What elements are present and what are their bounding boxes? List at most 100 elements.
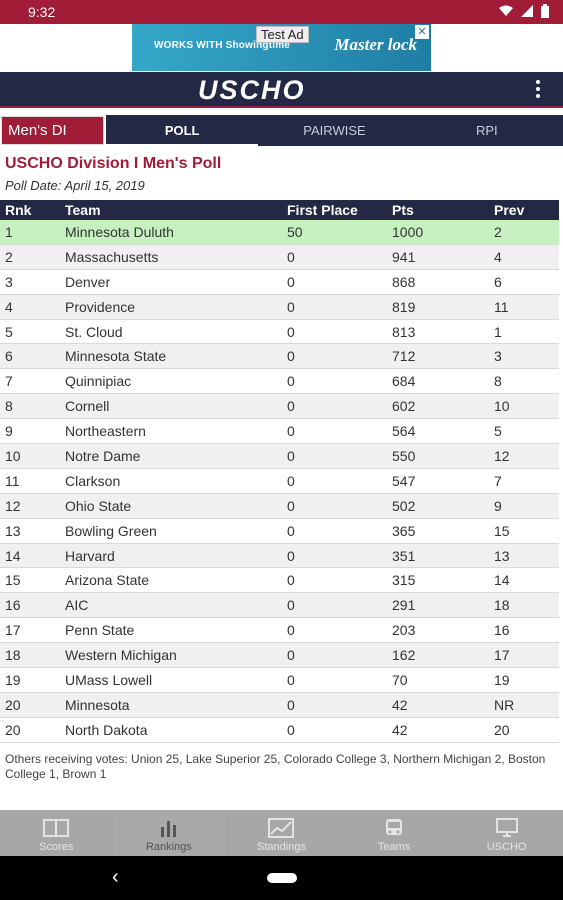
cell-pts: 162 (392, 647, 416, 664)
cell-pts: 602 (392, 398, 416, 415)
poll-table: Rnk Team First Place Pts Prev 1 Minnesota… (0, 200, 559, 743)
status-time: 9:32 (28, 4, 56, 20)
table-row[interactable]: 4 Providence 0 819 11 (0, 294, 559, 320)
ad-brand: Master lock (334, 35, 417, 54)
back-icon[interactable]: ‹ (112, 866, 119, 889)
tab-poll[interactable]: POLL (106, 115, 259, 146)
cell-pts: 868 (392, 273, 416, 290)
cell-team: Minnesota State (65, 348, 167, 365)
division-selector[interactable]: Men's DI (1, 116, 104, 145)
table-row[interactable]: 15 Arizona State 0 315 14 (0, 568, 559, 594)
tab-pairwise[interactable]: PAIRWISE (258, 115, 410, 146)
cell-rnk: 5 (5, 323, 13, 340)
cell-team: Bowling Green (65, 522, 157, 539)
ad-banner[interactable]: WORKS WITH Showingtime Master lock Test … (0, 24, 563, 72)
cell-prev: 11 (494, 298, 509, 315)
cell-first-place: 0 (287, 472, 295, 489)
cell-pts: 684 (392, 373, 416, 390)
nav-teams[interactable]: Teams (338, 810, 451, 856)
cell-pts: 42 (392, 696, 408, 713)
monitor-icon (495, 818, 518, 837)
cell-prev: 16 (494, 622, 510, 639)
cell-prev: 8 (494, 373, 502, 390)
home-icon[interactable] (267, 873, 297, 883)
nav-standings[interactable]: Standings (225, 810, 338, 856)
table-row[interactable]: 5 St. Cloud 0 813 1 (0, 320, 559, 345)
table-row[interactable]: 6 Minnesota State 0 712 3 (0, 344, 559, 370)
table-row[interactable]: 20 Minnesota 0 42 NR (0, 692, 559, 718)
cell-team: North Dakota (65, 721, 148, 738)
tab-rpi[interactable]: RPI (411, 115, 563, 146)
cell-rnk: 10 (5, 447, 21, 464)
cell-first-place: 0 (287, 373, 295, 390)
table-row[interactable]: 10 Notre Dame 0 550 12 (0, 444, 559, 469)
cell-prev: 5 (494, 423, 502, 440)
bottom-nav: Scores Rankings Standings Teams USCHO (0, 810, 563, 856)
cell-first-place: 0 (287, 622, 295, 639)
cell-team: AIC (65, 597, 89, 614)
cell-rnk: 2 (5, 248, 13, 265)
cell-prev: 13 (494, 547, 510, 564)
cell-team: Minnesota (65, 696, 130, 713)
table-row[interactable]: 20 North Dakota 0 42 20 (0, 718, 559, 743)
cell-team: Cornell (65, 398, 110, 415)
table-row[interactable]: 7 Quinnipiac 0 684 8 (0, 369, 559, 395)
cell-prev: 19 (494, 671, 510, 688)
ad-creative[interactable]: WORKS WITH Showingtime Master lock Test … (132, 24, 431, 71)
cell-first-place: 0 (287, 497, 295, 514)
cell-rnk: 9 (5, 423, 13, 440)
cell-first-place: 0 (287, 522, 295, 539)
table-row[interactable]: 16 AIC 0 291 18 (0, 593, 559, 619)
cell-pts: 550 (392, 447, 416, 464)
header-first-place: First Place (287, 202, 358, 218)
table-row[interactable]: 12 Ohio State 0 502 9 (0, 493, 559, 519)
overflow-menu-icon[interactable] (535, 80, 541, 100)
table-row[interactable]: 13 Bowling Green 0 365 15 (0, 519, 559, 544)
nav-scores-label: Scores (39, 841, 74, 853)
header-pts: Pts (392, 202, 414, 218)
cell-pts: 365 (392, 522, 416, 539)
cell-rnk: 12 (5, 497, 21, 514)
cell-pts: 351 (392, 547, 416, 564)
table-row[interactable]: 11 Clarkson 0 547 7 (0, 469, 559, 494)
nav-rankings[interactable]: Rankings (112, 810, 226, 856)
cell-first-place: 50 (287, 223, 303, 240)
table-row[interactable]: 17 Penn State 0 203 16 (0, 618, 559, 644)
cell-pts: 941 (392, 248, 416, 265)
cell-rnk: 15 (5, 572, 21, 589)
table-row[interactable]: 8 Cornell 0 602 10 (0, 394, 559, 420)
cell-team: Denver (65, 273, 111, 290)
cell-rnk: 20 (5, 721, 21, 738)
cell-first-place: 0 (287, 647, 295, 664)
cell-team: Notre Dame (65, 447, 141, 464)
table-row[interactable]: 19 UMass Lowell 0 70 19 (0, 668, 559, 693)
cell-pts: 819 (392, 298, 416, 315)
nav-scores[interactable]: Scores (0, 810, 113, 856)
cell-first-place: 0 (287, 298, 295, 315)
table-row[interactable]: 2 Massachusetts 0 941 4 (0, 244, 559, 270)
cell-pts: 70 (392, 671, 408, 688)
header-rnk: Rnk (5, 202, 32, 218)
line-chart-icon (268, 818, 295, 838)
table-row[interactable]: 14 Harvard 0 351 13 (0, 543, 559, 569)
table-row[interactable]: 1 Minnesota Duluth 50 1000 2 (0, 220, 559, 245)
cell-rnk: 6 (5, 348, 13, 365)
cell-prev: 7 (494, 472, 502, 489)
cell-pts: 547 (392, 472, 416, 489)
ad-close-icon[interactable]: ✕ (415, 25, 429, 39)
table-row[interactable]: 9 Northeastern 0 564 5 (0, 419, 559, 445)
cell-rnk: 17 (5, 622, 21, 639)
cell-pts: 564 (392, 423, 416, 440)
others-receiving-votes: Others receiving votes: Union 25, Lake S… (5, 752, 546, 781)
cell-first-place: 0 (287, 248, 295, 265)
cell-pts: 502 (392, 497, 416, 514)
table-row[interactable]: 3 Denver 0 868 6 (0, 270, 559, 295)
nav-uscho[interactable]: USCHO (450, 810, 563, 856)
table-row[interactable]: 18 Western Michigan 0 162 17 (0, 643, 559, 669)
cell-team: Western Michigan (65, 647, 177, 664)
app-bar: USCHO (0, 72, 563, 108)
nav-teams-label: Teams (377, 841, 411, 853)
cell-team: Northeastern (65, 423, 146, 440)
cell-first-place: 0 (287, 597, 295, 614)
header-team: Team (65, 202, 101, 218)
